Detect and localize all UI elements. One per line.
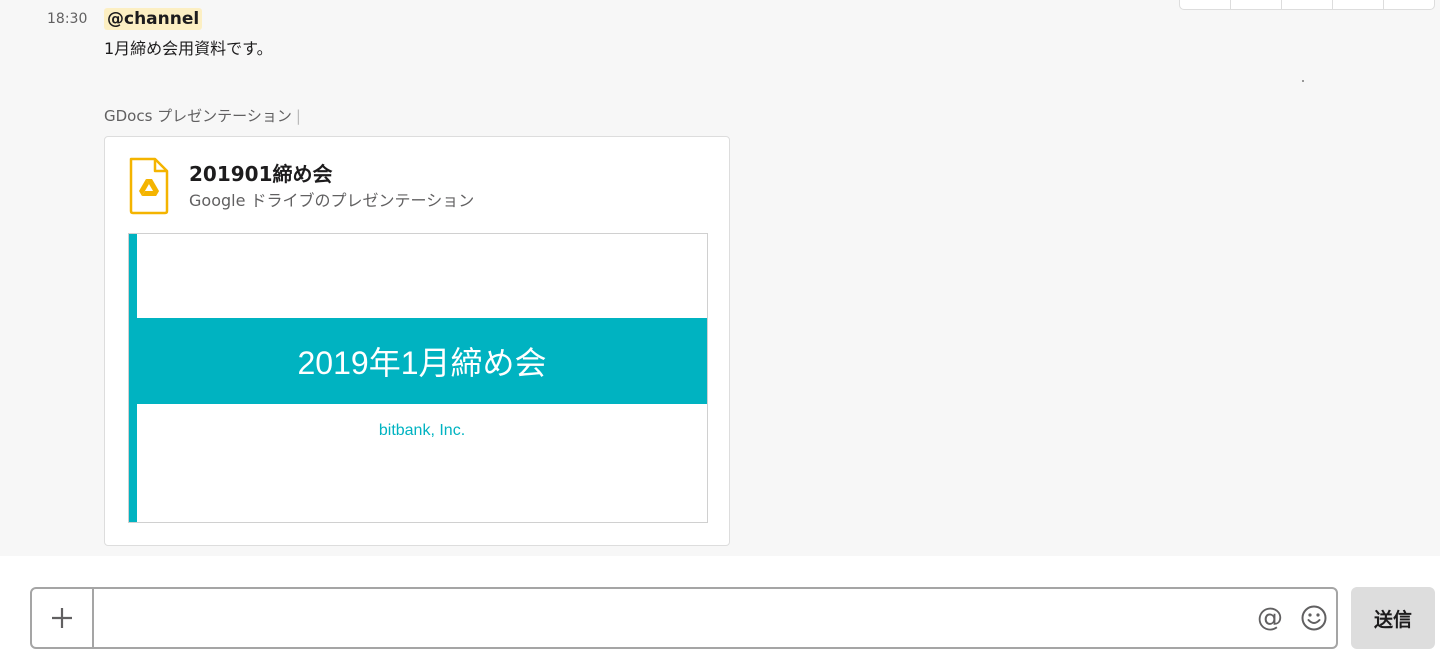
google-drive-slides-icon[interactable] <box>127 157 171 215</box>
file-title[interactable]: 201901締め会 <box>189 161 333 187</box>
plus-icon <box>52 608 72 628</box>
emoji-button[interactable] <box>1292 589 1336 647</box>
mention-button[interactable]: @ <box>1248 589 1292 647</box>
message-action-button[interactable] <box>1231 0 1282 9</box>
attachment-source-divider: | <box>295 107 301 125</box>
message-composer: @ <box>30 587 1338 649</box>
at-sign-icon: @ <box>1257 603 1283 633</box>
file-subtitle: Google ドライブのプレゼンテーション <box>189 191 475 210</box>
message-action-button[interactable] <box>1384 0 1434 9</box>
slide-title-band: 2019年1月締め会 <box>137 318 707 404</box>
message-area: 18:30 @channel 1月締め会用資料です。 GDocs プレゼンテーシ… <box>0 0 1440 556</box>
channel-mention[interactable]: @channel <box>104 8 203 30</box>
message-action-button[interactable] <box>1282 0 1333 9</box>
send-button[interactable]: 送信 <box>1351 587 1435 649</box>
attach-button[interactable] <box>32 589 94 647</box>
message-action-button[interactable] <box>1333 0 1384 9</box>
attachment-source-text: GDocs プレゼンテーション <box>104 107 292 125</box>
message-text: 1月締め会用資料です。 <box>104 39 273 58</box>
slide-title: 2019年1月締め会 <box>297 345 547 381</box>
artifact-dot <box>1302 80 1304 82</box>
message-input[interactable] <box>94 589 1248 647</box>
message-actions-toolbar <box>1179 0 1435 10</box>
message-action-button[interactable] <box>1180 0 1231 9</box>
attachment-card[interactable]: 201901締め会 Google ドライブのプレゼンテーション 2019年1月締… <box>104 136 730 546</box>
slide-accent-bar <box>129 234 137 522</box>
slide-preview-thumbnail[interactable]: 2019年1月締め会 bitbank, Inc. <box>128 233 708 523</box>
slide-subtitle: bitbank, Inc. <box>378 422 466 439</box>
smiley-face-icon <box>1301 605 1327 631</box>
message-timestamp[interactable]: 18:30 <box>47 10 87 28</box>
attachment-source-label: GDocs プレゼンテーション | <box>104 106 301 126</box>
